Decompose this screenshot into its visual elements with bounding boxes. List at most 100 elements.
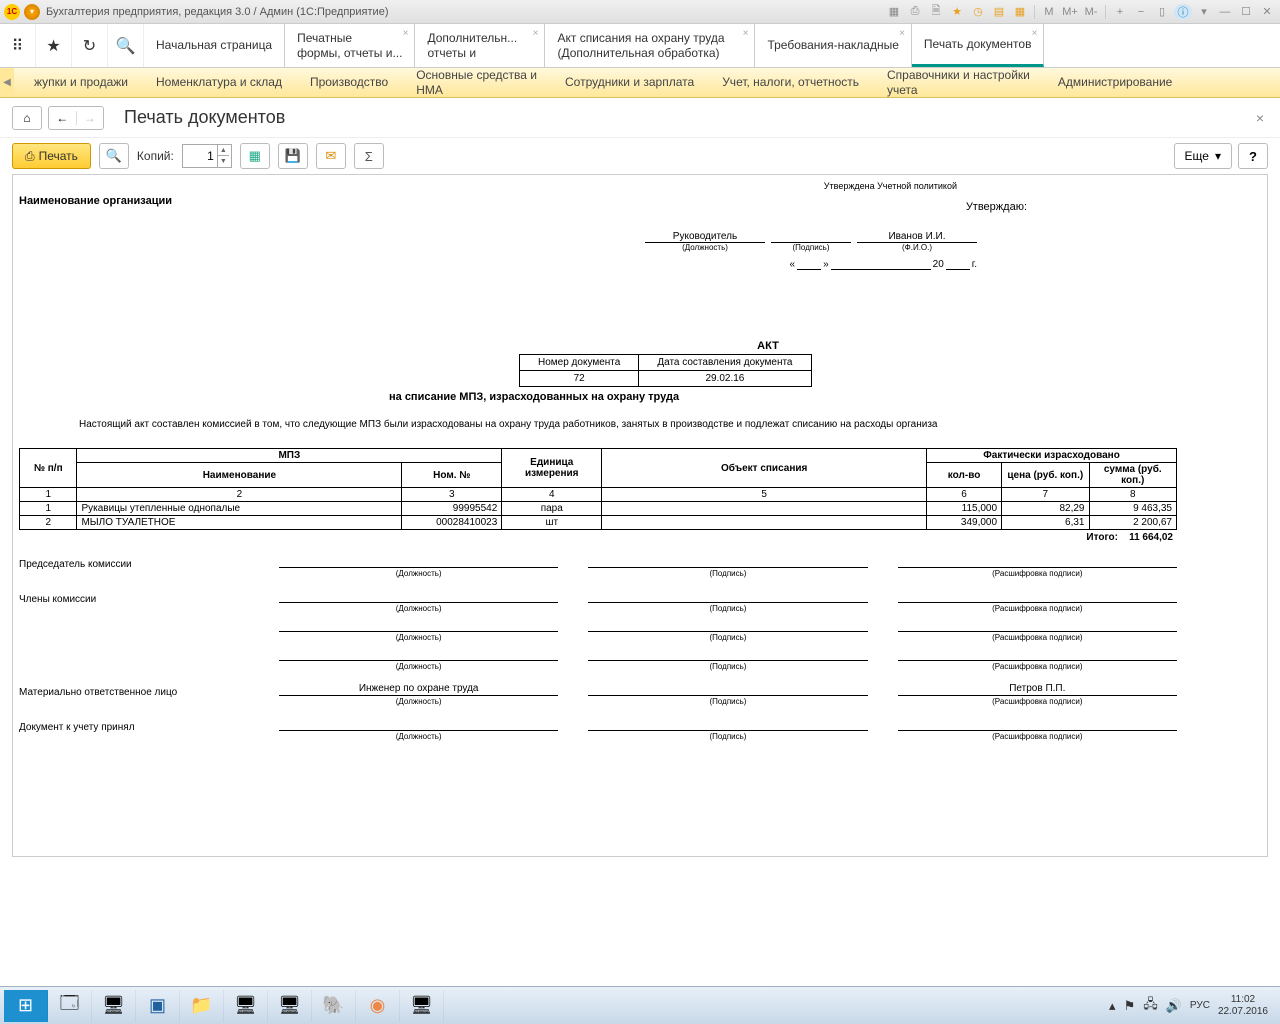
- back-icon[interactable]: ←: [49, 111, 77, 125]
- akt-header-table: Номер документаДата составления документ…: [519, 354, 812, 387]
- print-button[interactable]: ⎙Печать: [12, 143, 91, 169]
- minimize-button[interactable]: —: [1216, 4, 1234, 20]
- start-button[interactable]: ⊞: [4, 990, 48, 1022]
- tray-network-icon[interactable]: 🖧: [1143, 995, 1158, 1017]
- sum-button[interactable]: Σ: [354, 143, 384, 169]
- taskbar-app-3[interactable]: 🖥: [268, 990, 312, 1022]
- received-label: Документ к учету принял: [19, 718, 279, 733]
- tb-clock-icon[interactable]: ◷: [969, 4, 987, 20]
- menu-production[interactable]: Производство: [296, 68, 402, 97]
- tb-sep2: [1105, 5, 1106, 19]
- close-icon[interactable]: ×: [899, 28, 905, 40]
- spin-up-icon[interactable]: ▲: [217, 145, 229, 156]
- tb-icon-1[interactable]: ▦: [885, 4, 903, 20]
- tab-print-forms[interactable]: Печатныеформы, отчеты и...×: [285, 24, 415, 67]
- taskbar: ⊞ 🗔 🖥 ▣ 📁 🖥 🖥 🐘 ◉ 🖥 ▴ ⚑ 🖧 🔊 РУС 11:0222.…: [0, 986, 1280, 1024]
- nav-back-forward[interactable]: ←→: [48, 106, 104, 130]
- history-icon[interactable]: ↻: [72, 24, 108, 67]
- tb-print-icon[interactable]: ⎙: [906, 4, 924, 20]
- menu-nomenclature[interactable]: Номенклатура и склад: [142, 68, 296, 97]
- close-icon[interactable]: ×: [743, 28, 749, 40]
- tb-sep: [1034, 5, 1035, 19]
- mat-resp-label: Материально ответственное лицо: [19, 683, 279, 698]
- tb-m[interactable]: M: [1040, 4, 1058, 20]
- apps-grid-icon[interactable]: ⠿: [0, 24, 36, 67]
- page-title: Печать документов: [124, 107, 285, 128]
- forward-icon[interactable]: →: [77, 111, 104, 125]
- printer-icon: ⎙: [25, 149, 35, 164]
- tb-star-icon[interactable]: ★: [948, 4, 966, 20]
- menu-assets[interactable]: Основные средства иНМА: [402, 68, 551, 97]
- close-icon[interactable]: ×: [403, 28, 409, 40]
- menubar-scroll-left[interactable]: ◀: [0, 68, 14, 97]
- tb-plus-icon[interactable]: +: [1111, 4, 1129, 20]
- tab-act[interactable]: Акт списания на охрану труда(Дополнитель…: [545, 24, 755, 67]
- akt-subtitle: на списание МПЗ, израсходованных на охра…: [19, 391, 1177, 403]
- table-row: 1Рукавицы утепленные однопалые99995542па…: [20, 502, 1177, 516]
- tray-sound-icon[interactable]: 🔊: [1166, 998, 1182, 1014]
- akt-title: АКТ: [757, 340, 779, 352]
- taskbar-app-2[interactable]: 🖥: [224, 990, 268, 1022]
- main-table: № п/п МПЗ Единица измерения Объект списа…: [19, 448, 1177, 530]
- document-viewport[interactable]: Утверждена Учетной политикой Наименовани…: [12, 174, 1268, 857]
- tray-lang[interactable]: РУС: [1190, 1000, 1210, 1011]
- tb-cal-icon[interactable]: ▦: [1011, 4, 1029, 20]
- table-row: 2МЫЛО ТУАЛЕТНОЕ00028410023шт349,0006,312…: [20, 516, 1177, 530]
- approve-fio: Иванов И.И.: [857, 231, 977, 243]
- tray-flag-icon[interactable]: ⚑: [1124, 998, 1136, 1014]
- tb-minus-icon[interactable]: −: [1132, 4, 1150, 20]
- copies-input[interactable]: [183, 149, 217, 163]
- menu-directories[interactable]: Справочники и настройкиучета: [873, 68, 1044, 97]
- taskbar-elephant-icon[interactable]: 🐘: [312, 990, 356, 1022]
- copies-stepper[interactable]: ▲▼: [182, 144, 232, 168]
- members-label: Члены комиссии: [19, 590, 279, 605]
- email-button[interactable]: ✉: [316, 143, 346, 169]
- close-icon[interactable]: ×: [533, 28, 539, 40]
- tb-mminus[interactable]: M-: [1082, 4, 1100, 20]
- menu-accounting[interactable]: Учет, налоги, отчетность: [708, 68, 873, 97]
- app-menu-dropdown[interactable]: ▾: [24, 4, 40, 20]
- taskbar-explorer-icon[interactable]: 🗔: [48, 990, 92, 1022]
- tb-panel-icon[interactable]: ▯: [1153, 4, 1171, 20]
- tab-additional-reports[interactable]: Дополнительн...отчеты и×: [415, 24, 545, 67]
- close-icon[interactable]: ×: [1032, 28, 1038, 40]
- tb-button-1[interactable]: ▦: [240, 143, 270, 169]
- tb-info-icon[interactable]: ⓘ: [1174, 4, 1192, 20]
- tb-dropdown-icon[interactable]: ▾: [1195, 4, 1213, 20]
- save-button[interactable]: 💾: [278, 143, 308, 169]
- tab-print-documents[interactable]: Печать документов×: [912, 24, 1045, 67]
- taskbar-folder-icon[interactable]: 📁: [180, 990, 224, 1022]
- taskbar-app-4[interactable]: 🖥: [400, 990, 444, 1022]
- akt-description: Настоящий акт составлен комиссией в том,…: [79, 419, 1177, 430]
- more-button[interactable]: Еще▾: [1174, 143, 1232, 169]
- maximize-button[interactable]: ☐: [1237, 4, 1255, 20]
- preview-button[interactable]: 🔍: [99, 143, 129, 169]
- help-button[interactable]: ?: [1238, 143, 1268, 169]
- favorites-star-icon[interactable]: ★: [36, 24, 72, 67]
- page-close-button[interactable]: ×: [1252, 106, 1268, 130]
- menu-staff[interactable]: Сотрудники и зарплата: [551, 68, 708, 97]
- close-button[interactable]: ✕: [1258, 4, 1276, 20]
- total-row: Итого: 11 664,02: [19, 532, 1177, 543]
- tb-doc-icon[interactable]: 🗎: [927, 4, 945, 20]
- copies-label: Копий:: [137, 149, 174, 163]
- menu-admin[interactable]: Администрирование: [1044, 68, 1186, 97]
- approve-label: Утверждаю:: [966, 201, 1027, 213]
- tb-mplus[interactable]: M+: [1061, 4, 1079, 20]
- taskbar-app-1[interactable]: 🖥: [92, 990, 136, 1022]
- tray-up-icon[interactable]: ▴: [1109, 998, 1116, 1014]
- search-icon[interactable]: 🔍: [108, 24, 144, 67]
- app-logo-icon: 1C: [4, 4, 20, 20]
- approved-policy-text: Утверждена Учетной политикой: [19, 181, 1177, 191]
- home-button[interactable]: ⌂: [12, 106, 42, 130]
- taskbar-powershell-icon[interactable]: ▣: [136, 990, 180, 1022]
- tray-clock[interactable]: 11:0222.07.2016: [1218, 994, 1268, 1018]
- chevron-down-icon: ▾: [1215, 149, 1221, 163]
- tab-home[interactable]: Начальная страница: [144, 24, 285, 67]
- menu-purchases[interactable]: жупки и продажи: [20, 68, 142, 97]
- taskbar-1c-icon[interactable]: ◉: [356, 990, 400, 1022]
- tb-calc-icon[interactable]: ▤: [990, 4, 1008, 20]
- tab-requirements[interactable]: Требования-накладные×: [755, 24, 911, 67]
- spin-down-icon[interactable]: ▼: [217, 156, 229, 167]
- approve-position: Руководитель: [645, 231, 765, 243]
